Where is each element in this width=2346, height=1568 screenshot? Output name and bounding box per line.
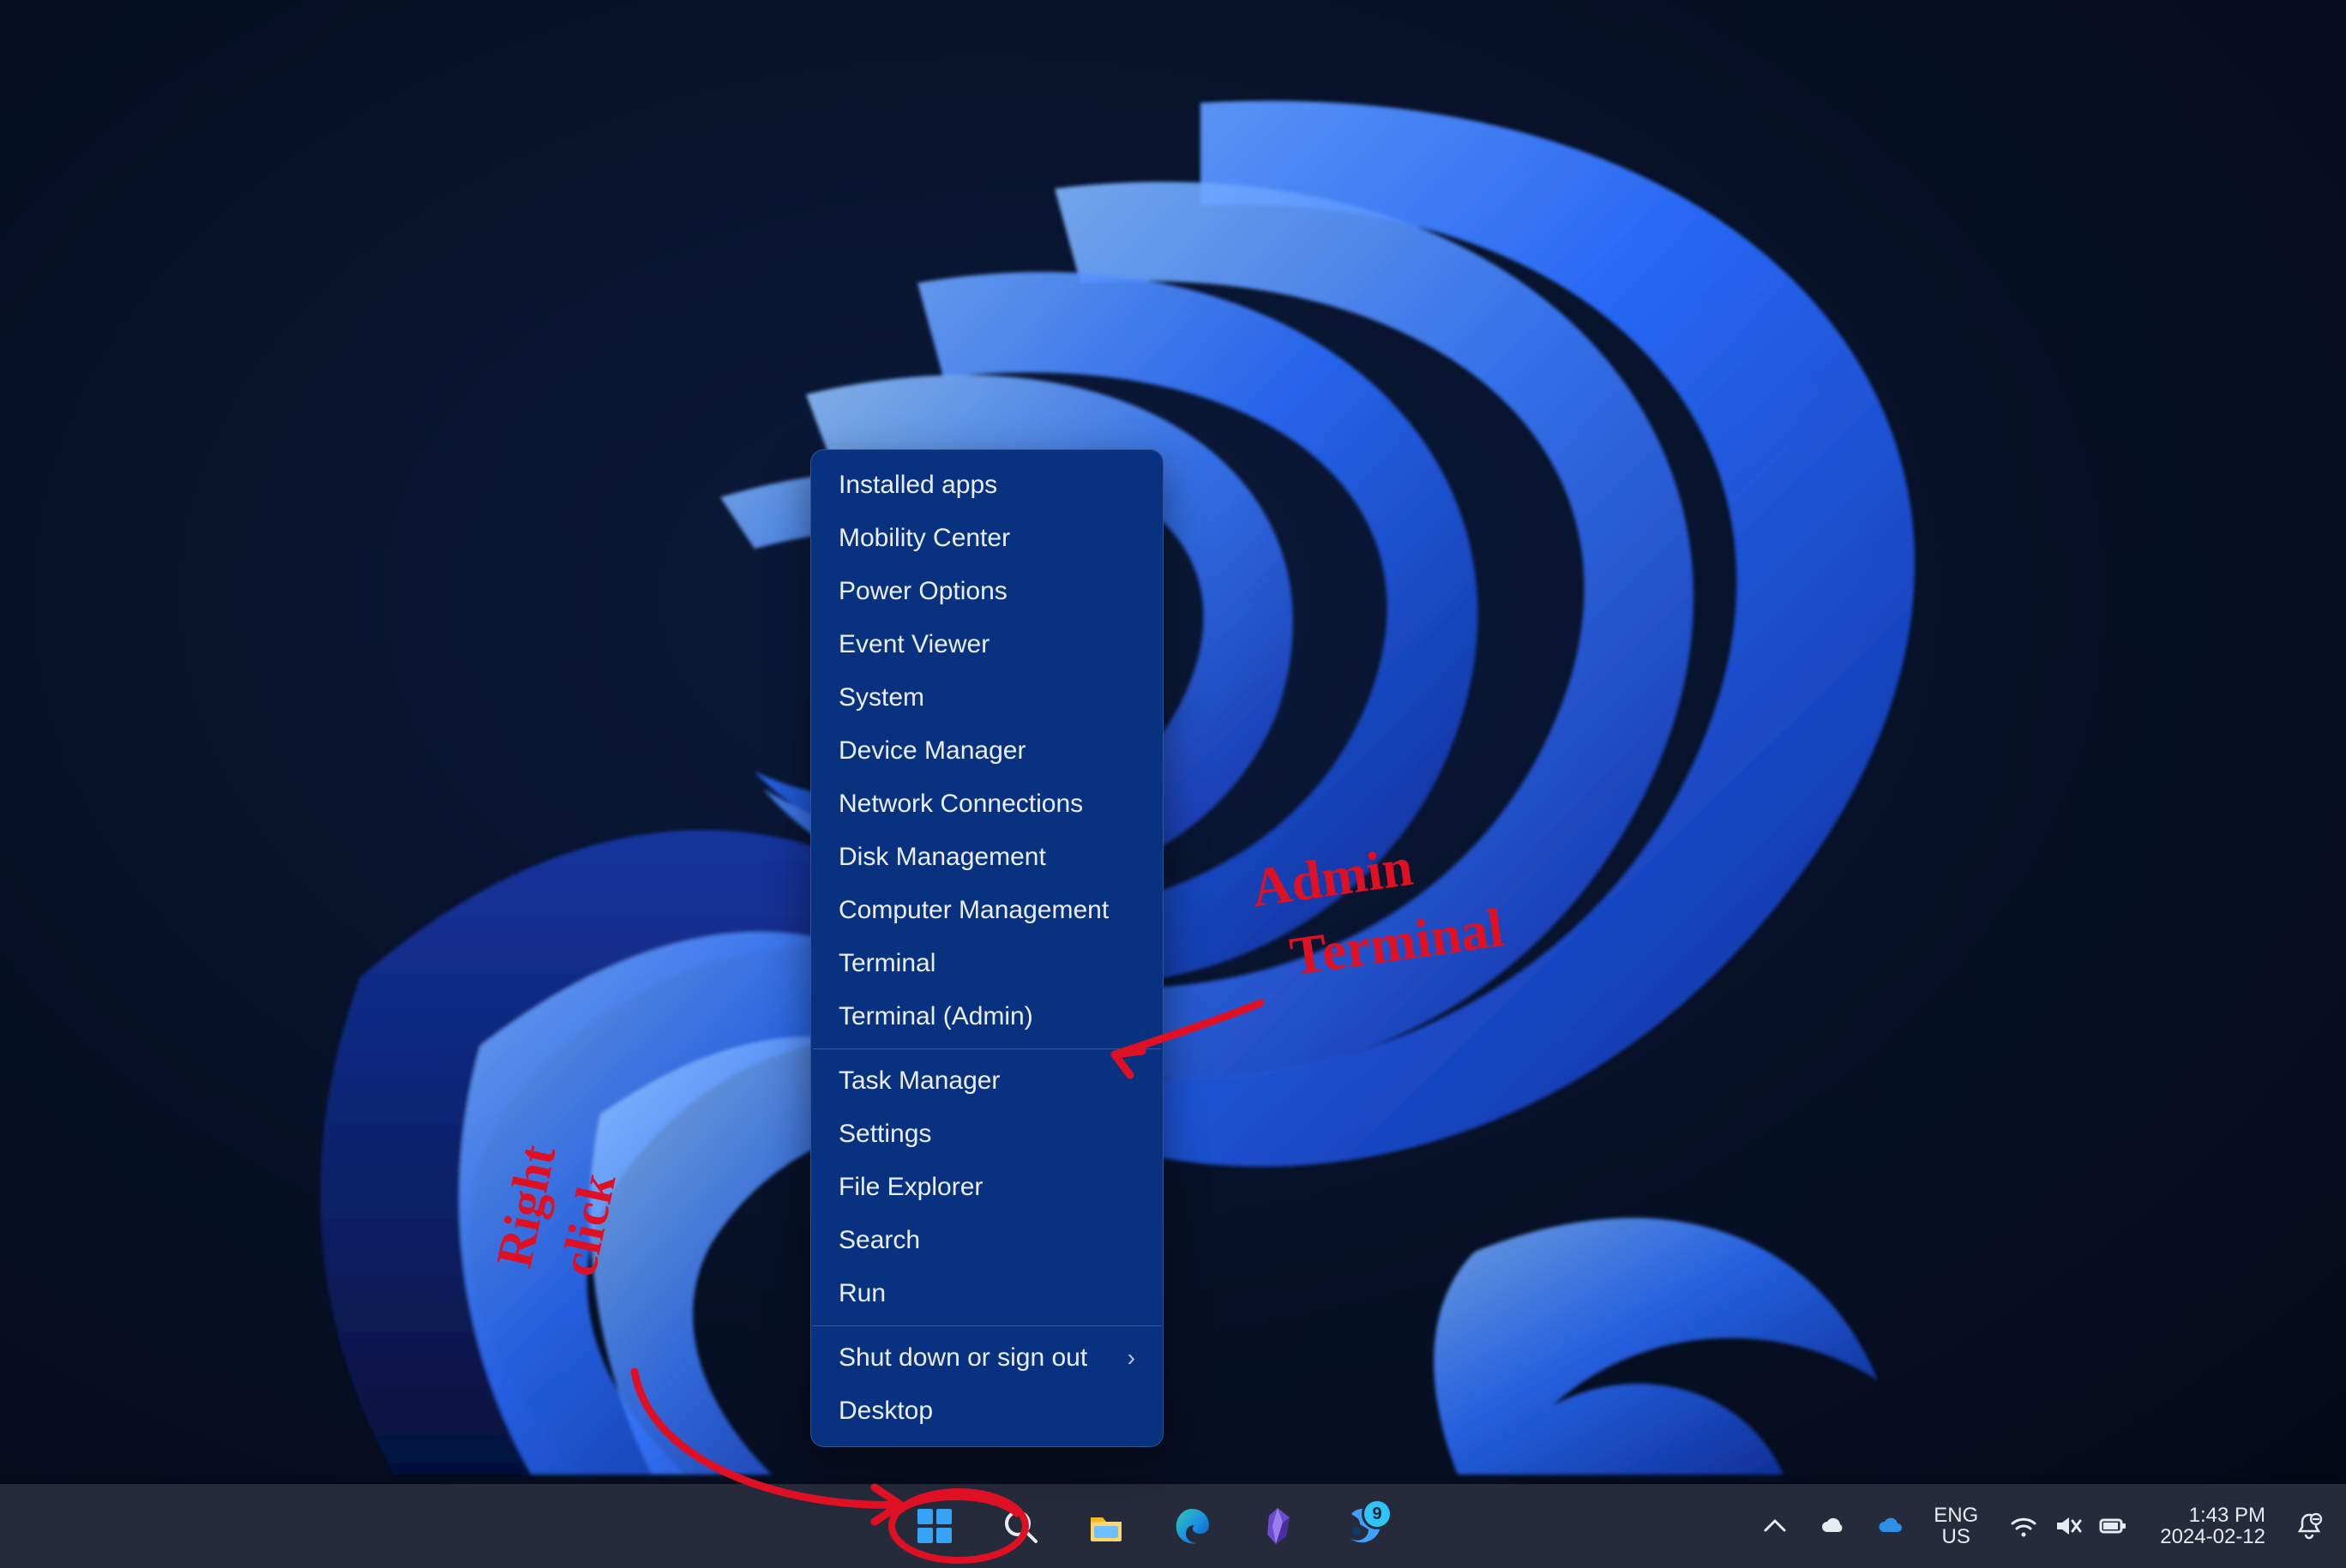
- menu-item-label: Event Viewer: [839, 630, 990, 659]
- menu-item-label: Desktop: [839, 1397, 933, 1426]
- menu-item-label: Shut down or sign out: [839, 1343, 1087, 1373]
- menu-item-disk-management[interactable]: Disk Management: [811, 831, 1163, 884]
- menu-item-network-connections[interactable]: Network Connections: [811, 778, 1163, 831]
- menu-item-label: Terminal (Admin): [839, 1002, 1033, 1031]
- edge-icon: [1171, 1505, 1212, 1547]
- taskbar-file-explorer[interactable]: [1072, 1492, 1140, 1560]
- battery-icon: [2098, 1511, 2127, 1541]
- menu-item-file-explorer[interactable]: File Explorer: [811, 1161, 1163, 1214]
- menu-item-power-options[interactable]: Power Options: [811, 565, 1163, 618]
- menu-item-label: System: [839, 683, 924, 712]
- menu-separator: [813, 1048, 1161, 1049]
- language-code-line2: US: [1942, 1526, 1970, 1547]
- menu-item-device-manager[interactable]: Device Manager: [811, 724, 1163, 778]
- bell-do-not-disturb-icon: [2295, 1511, 2324, 1541]
- badge-count: 9: [1372, 1505, 1381, 1524]
- menu-item-label: Device Manager: [839, 736, 1026, 766]
- menu-item-label: Task Manager: [839, 1066, 1000, 1096]
- desktop-wallpaper: [0, 0, 2346, 1568]
- menu-item-terminal[interactable]: Terminal: [811, 937, 1163, 990]
- tray-onedrive-icon[interactable]: [1865, 1483, 1918, 1568]
- clock-time: 1:43 PM: [2189, 1505, 2265, 1526]
- obsidian-icon: [1257, 1505, 1298, 1547]
- menu-item-installed-apps[interactable]: Installed apps: [811, 459, 1163, 512]
- tray-notifications-button[interactable]: [2283, 1483, 2336, 1568]
- menu-item-search[interactable]: Search: [811, 1214, 1163, 1267]
- taskbar[interactable]: 9 ENG US: [0, 1484, 2346, 1568]
- menu-item-label: Terminal: [839, 949, 935, 978]
- system-tray: ENG US 1:43 PM 2024-02-12: [1748, 1484, 2336, 1568]
- menu-item-task-manager[interactable]: Task Manager: [811, 1054, 1163, 1108]
- menu-item-settings[interactable]: Settings: [811, 1108, 1163, 1161]
- winx-context-menu[interactable]: Installed apps Mobility Center Power Opt…: [810, 449, 1164, 1447]
- chevron-up-icon: [1760, 1511, 1790, 1541]
- tray-language-button[interactable]: ENG US: [1923, 1487, 1988, 1565]
- search-icon: [1000, 1505, 1041, 1547]
- menu-item-label: Search: [839, 1226, 920, 1255]
- taskbar-edge[interactable]: [1158, 1492, 1226, 1560]
- tray-weather-icon[interactable]: [1807, 1483, 1860, 1568]
- menu-item-label: Computer Management: [839, 896, 1109, 925]
- menu-item-label: Run: [839, 1279, 886, 1308]
- wifi-icon: [2009, 1511, 2038, 1541]
- menu-item-label: Disk Management: [839, 843, 1046, 872]
- taskbar-pinned-group: 9: [900, 1484, 1398, 1568]
- taskbar-obsidian[interactable]: [1243, 1492, 1312, 1560]
- menu-item-shut-down[interactable]: Shut down or sign out ›: [811, 1331, 1163, 1385]
- tray-overflow-button[interactable]: [1748, 1483, 1802, 1568]
- windows-logo-icon: [914, 1505, 955, 1547]
- start-button[interactable]: [900, 1492, 969, 1560]
- menu-item-event-viewer[interactable]: Event Viewer: [811, 618, 1163, 671]
- menu-item-mobility-center[interactable]: Mobility Center: [811, 512, 1163, 565]
- menu-item-system[interactable]: System: [811, 671, 1163, 724]
- menu-item-computer-management[interactable]: Computer Management: [811, 884, 1163, 937]
- menu-item-label: Mobility Center: [839, 524, 1010, 553]
- app-badge: 9: [1362, 1499, 1393, 1529]
- clock-date: 2024-02-12: [2160, 1526, 2265, 1547]
- taskbar-search-button[interactable]: [986, 1492, 1055, 1560]
- menu-item-label: Settings: [839, 1120, 931, 1149]
- menu-item-run[interactable]: Run: [811, 1267, 1163, 1320]
- chevron-right-icon: ›: [1128, 1344, 1135, 1372]
- menu-item-terminal-admin[interactable]: Terminal (Admin): [811, 990, 1163, 1043]
- tray-clock-button[interactable]: 1:43 PM 2024-02-12: [2148, 1487, 2277, 1565]
- menu-item-label: Power Options: [839, 577, 1008, 606]
- volume-muted-icon: [2054, 1511, 2083, 1541]
- onedrive-icon: [1877, 1511, 1906, 1541]
- menu-item-label: Installed apps: [839, 471, 997, 500]
- language-code-line1: ENG: [1934, 1505, 1978, 1526]
- menu-item-label: Network Connections: [839, 790, 1083, 819]
- taskbar-steam[interactable]: 9: [1329, 1492, 1398, 1560]
- file-explorer-icon: [1086, 1505, 1127, 1547]
- menu-item-desktop[interactable]: Desktop: [811, 1385, 1163, 1438]
- menu-item-label: File Explorer: [839, 1173, 983, 1202]
- cloud-icon: [1819, 1511, 1848, 1541]
- tray-status-group[interactable]: [1994, 1483, 2143, 1568]
- menu-separator: [813, 1325, 1161, 1326]
